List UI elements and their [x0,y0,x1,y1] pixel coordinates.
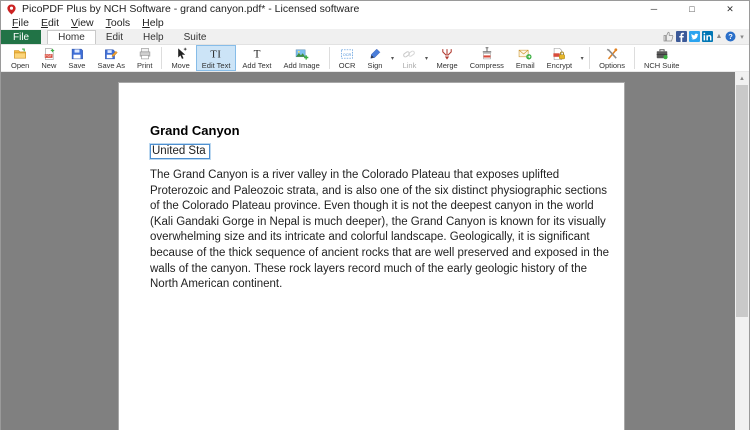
new-document-icon: PDF [44,48,55,60]
svg-text:PDF: PDF [45,54,51,58]
ocr-icon: OCR [341,49,354,59]
tab-suite[interactable]: Suite [174,30,217,44]
document-workarea: Grand Canyon United Sta The Grand Canyon… [1,72,749,430]
add-image-icon [295,49,308,60]
picopdf-window: PicoPDF Plus by NCH Software - grand can… [0,0,750,430]
edit-text-button[interactable]: T I Edit Text [195,45,237,71]
merge-button[interactable]: Merge [430,45,463,71]
menu-view[interactable]: View [65,17,100,29]
sign-pen-icon [370,48,381,59]
move-button[interactable]: Move [165,45,195,71]
help-icon[interactable]: ? [725,31,736,42]
document-paragraph[interactable]: The Grand Canyon is a river valley in th… [150,168,616,293]
titlebar: PicoPDF Plus by NCH Software - grand can… [1,1,749,17]
sign-button[interactable]: Sign [361,45,388,71]
toolbar-separator [589,47,591,69]
encrypt-button[interactable]: Encrypt [541,45,578,71]
toolbar-separator [161,47,163,69]
encrypt-lock-icon [553,48,566,60]
link-dropdown-arrow: ▾ [424,55,428,62]
options-tools-icon [606,48,618,60]
options-button[interactable]: Options [593,45,631,71]
vertical-scrollbar[interactable]: ▲ [735,72,749,430]
toolbar-separator [328,47,330,69]
move-cursor-icon [177,47,187,59]
compress-icon [482,47,492,60]
document-heading[interactable]: Grand Canyon [150,123,593,138]
save-icon [71,48,83,60]
tab-file[interactable]: File [1,30,42,44]
save-button[interactable]: Save [62,45,91,71]
menu-help[interactable]: Help [136,17,170,29]
linkedin-icon[interactable] [702,31,713,42]
menu-tools[interactable]: Tools [100,17,137,29]
collapse-ribbon-icon[interactable]: ▲ [715,31,723,42]
save-as-button[interactable]: Save As [91,45,131,71]
window-title: PicoPDF Plus by NCH Software - grand can… [22,3,360,15]
svg-text:I: I [217,50,221,61]
link-icon [403,50,416,58]
more-dropdown-icon[interactable]: ▾ [738,31,746,42]
edit-text-icon: T I [210,50,221,61]
merge-icon [442,49,452,60]
add-text-button[interactable]: T Add Text [236,45,277,71]
link-button: Link [396,45,422,71]
social-links: ▲ ? ▾ [663,31,746,42]
svg-text:T: T [254,49,261,61]
facebook-icon[interactable] [676,31,687,42]
menu-edit[interactable]: Edit [35,17,65,29]
menu-file[interactable]: File [6,17,35,29]
compress-button[interactable]: Compress [464,45,510,71]
maximize-button[interactable]: □ [673,1,711,17]
thumbs-up-icon[interactable] [663,31,674,42]
ocr-button[interactable]: OCR OCR [333,45,362,71]
add-image-button[interactable]: Add Image [277,45,325,71]
toolbar-separator [633,47,635,69]
encrypt-dropdown-arrow[interactable]: ▾ [578,45,586,71]
sign-dropdown-arrow[interactable]: ▾ [388,45,396,71]
open-folder-icon [14,48,27,59]
email-icon [519,49,532,60]
email-button[interactable]: Email [510,45,541,71]
svg-text:T: T [210,50,217,61]
tab-home[interactable]: Home [47,30,96,44]
text-edit-box[interactable]: United Sta [150,144,210,159]
twitter-icon[interactable] [689,31,700,42]
print-icon [139,48,150,60]
scrollbar-thumb[interactable] [736,85,748,317]
save-as-icon [105,49,118,60]
close-button[interactable]: ✕ [711,1,749,17]
print-button[interactable]: Print [131,45,158,71]
svg-text:?: ? [728,32,733,41]
toolbar: Open PDF New Save Save As Print Move T I… [1,45,749,72]
app-icon [7,3,16,15]
open-button[interactable]: Open [5,45,35,71]
tab-edit[interactable]: Edit [96,30,133,44]
menubar: File Edit View Tools Help [1,17,749,30]
scroll-up-button[interactable]: ▲ [735,72,749,85]
window-controls: ─ □ ✕ [635,1,749,17]
add-text-icon: T [254,49,261,61]
svg-text:OCR: OCR [343,53,352,57]
ribbon-tabs: File Home Edit Help Suite ▲ ? ▾ [1,30,749,45]
pdf-page[interactable]: Grand Canyon United Sta The Grand Canyon… [118,82,625,430]
minimize-button[interactable]: ─ [635,1,673,17]
nch-suite-button[interactable]: NCH Suite [638,45,685,71]
new-button[interactable]: PDF New [35,45,62,71]
tab-help[interactable]: Help [133,30,174,44]
nch-suite-icon [656,49,668,60]
